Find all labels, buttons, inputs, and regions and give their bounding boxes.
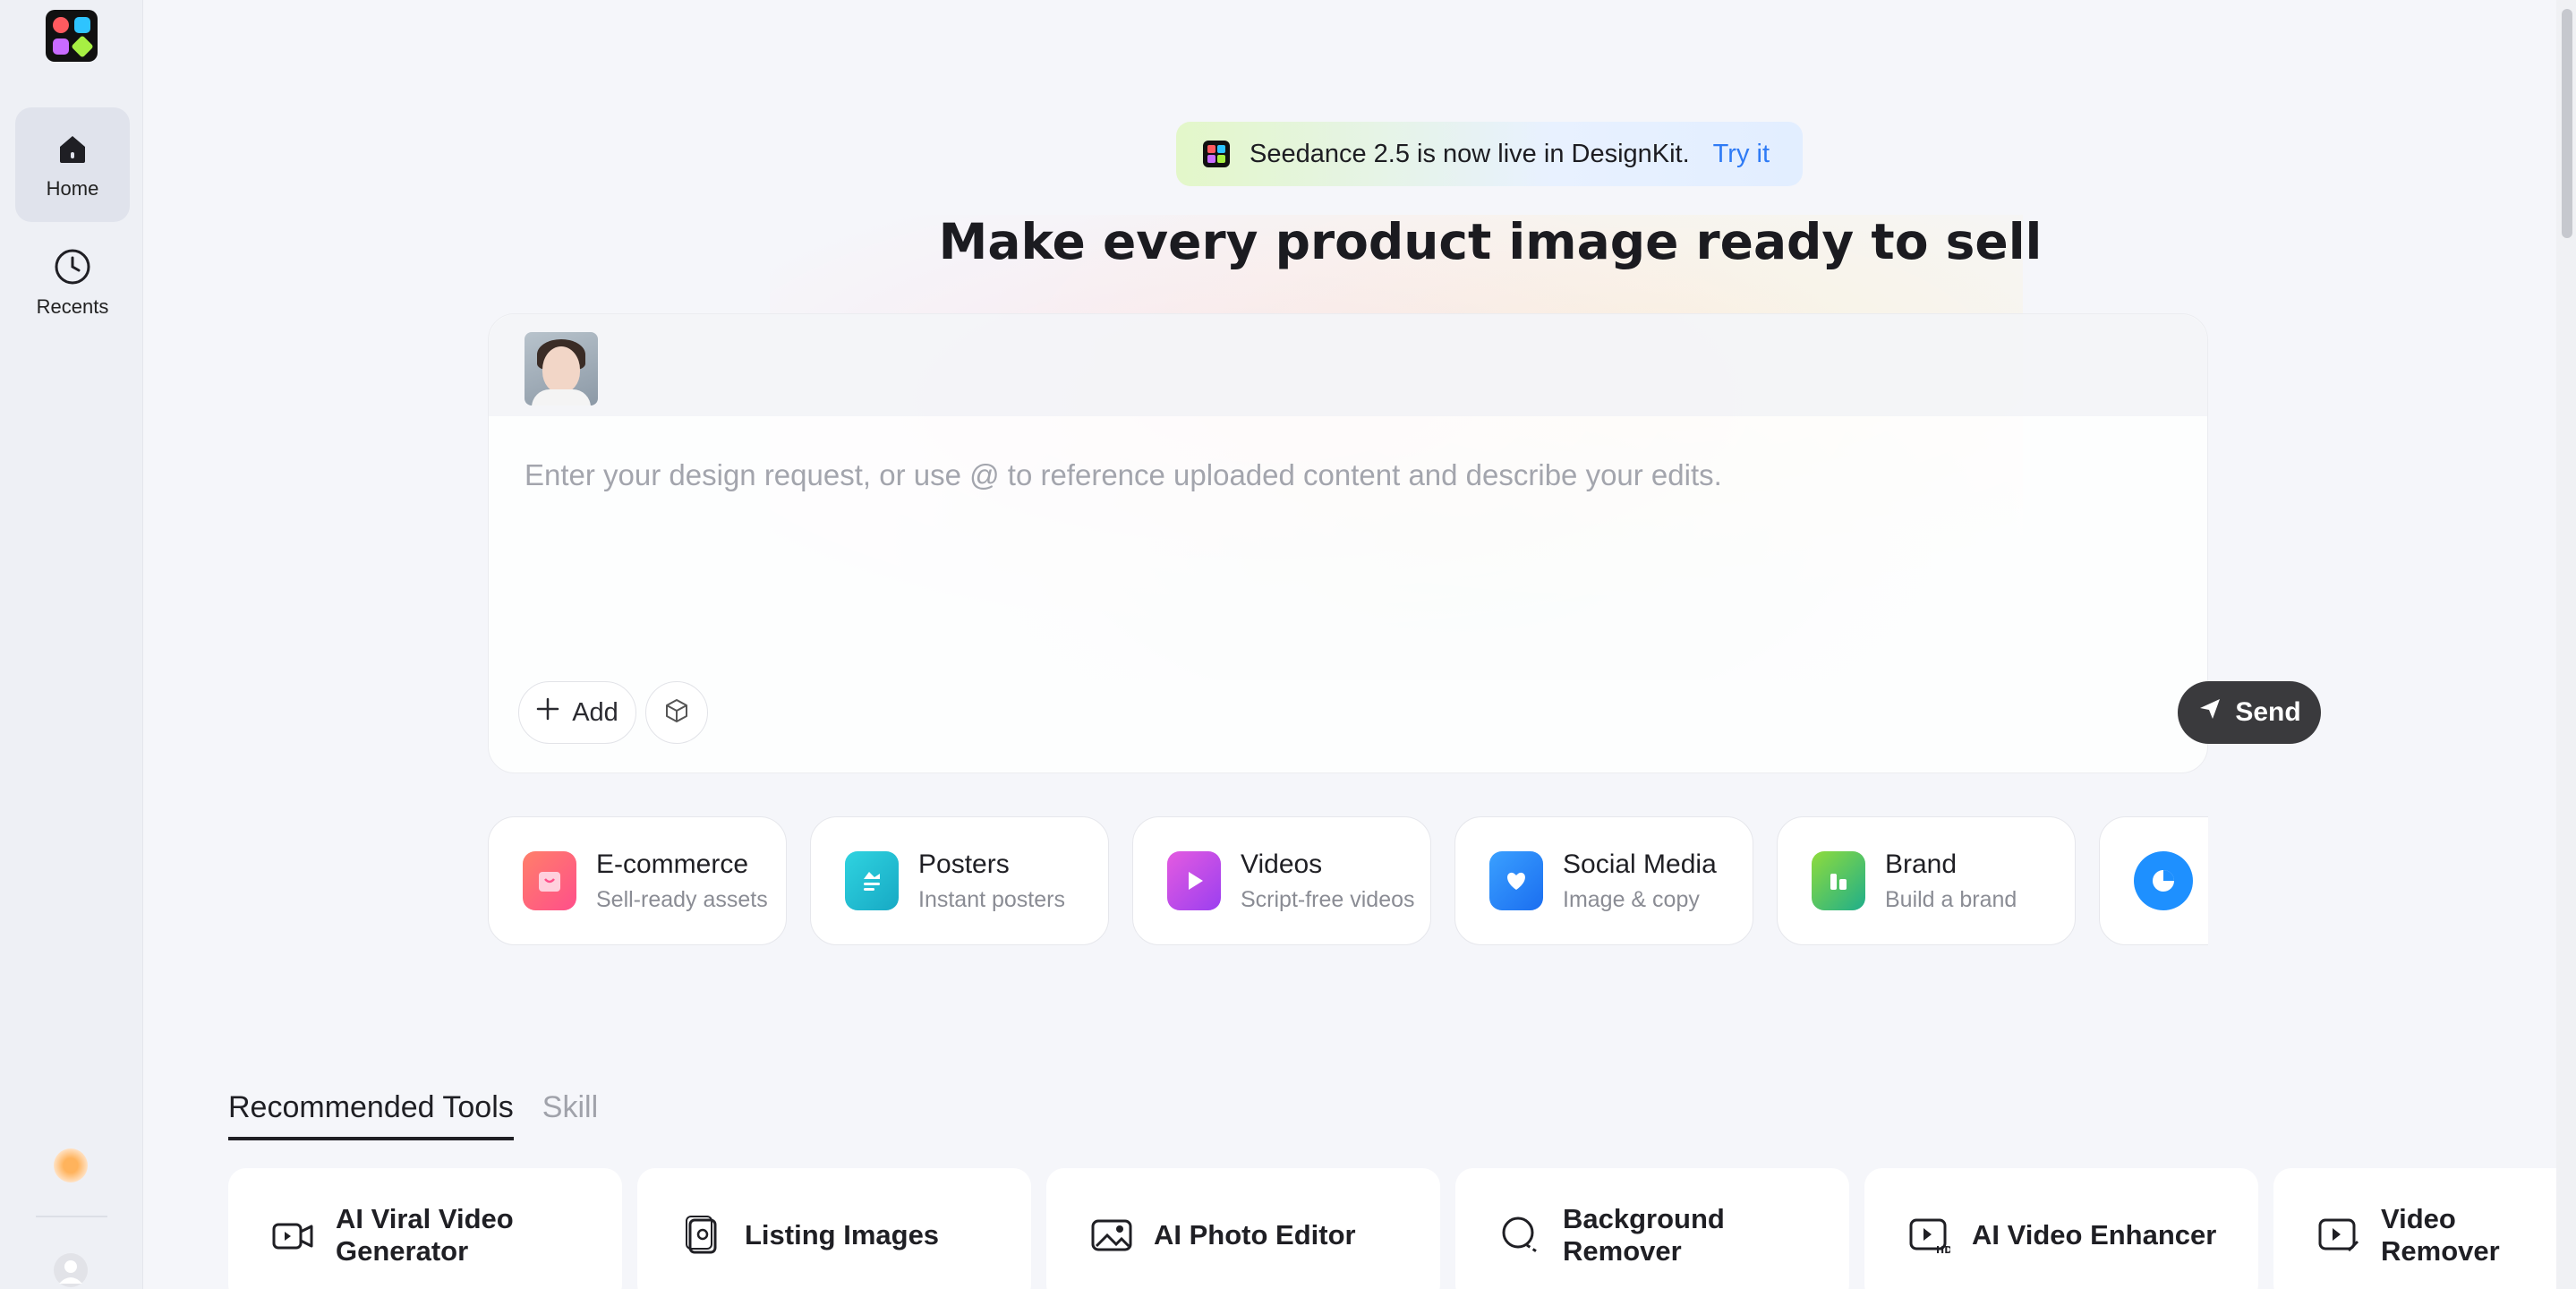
announcement-text: Seedance 2.5 is now live in DesignKit. xyxy=(1250,139,1690,168)
tool-ai-photo-editor[interactable]: AI Photo Editor xyxy=(1046,1168,1440,1289)
uploaded-image-thumbnail[interactable] xyxy=(525,332,598,405)
play-icon xyxy=(1167,851,1221,910)
tools-tabs: Recommended Tools Skill xyxy=(228,1090,598,1140)
video-edit-icon xyxy=(2316,1213,2361,1258)
category-posters[interactable]: Posters Instant posters xyxy=(810,816,1109,945)
attachments-bar xyxy=(489,314,2207,416)
category-subtitle: Build a brand xyxy=(1885,886,2017,912)
category-title: Posters xyxy=(918,849,1010,879)
plus-icon xyxy=(536,697,559,728)
heart-chat-icon xyxy=(1489,851,1543,910)
category-more[interactable] xyxy=(2099,816,2208,945)
category-title: Videos xyxy=(1241,849,1323,879)
tool-label: AI Photo Editor xyxy=(1154,1219,1356,1251)
send-button-label: Send xyxy=(2235,697,2301,727)
model-select-button[interactable] xyxy=(645,681,708,744)
tab-recommended-tools[interactable]: Recommended Tools xyxy=(228,1090,514,1140)
category-subtitle: Script-free videos xyxy=(1241,886,1415,912)
category-subtitle: Sell-ready assets xyxy=(596,886,768,912)
designkit-logo[interactable] xyxy=(46,10,98,62)
designkit-mini-logo xyxy=(1203,141,1230,167)
tool-ai-video-enhancer[interactable]: HD AI Video Enhancer xyxy=(1864,1168,2258,1289)
tools-row: AI Viral Video Generator Listing Images … xyxy=(228,1168,2576,1289)
sidebar-item-recents[interactable]: Recents xyxy=(15,226,130,340)
hd-video-icon: HD xyxy=(1907,1213,1952,1258)
poster-icon xyxy=(845,851,899,910)
tool-background-remover[interactable]: Background Remover xyxy=(1455,1168,1849,1289)
add-button-label: Add xyxy=(572,697,618,727)
clock-icon xyxy=(53,247,92,286)
category-title: E-commerce xyxy=(596,849,749,879)
scrollbar-thumb[interactable] xyxy=(2562,9,2572,238)
video-camera-icon xyxy=(271,1213,316,1258)
sidebar-item-home[interactable]: Home xyxy=(15,107,130,222)
page-title: Make every product image ready to sell xyxy=(938,213,2043,270)
svg-text:HD: HD xyxy=(1936,1244,1950,1254)
category-title: Brand xyxy=(1885,849,1958,879)
category-ecommerce[interactable]: E-commerce Sell-ready assets xyxy=(488,816,787,945)
prompt-composer: Add Send xyxy=(488,313,2321,773)
category-social-media[interactable]: Social Media Image & copy xyxy=(1454,816,1753,945)
main-area: Seedance 2.5 is now live in DesignKit. T… xyxy=(143,0,2576,1289)
shopping-bag-icon xyxy=(523,851,576,910)
category-brand[interactable]: Brand Build a brand xyxy=(1777,816,2076,945)
cube-icon xyxy=(663,697,690,729)
tab-skill[interactable]: Skill xyxy=(542,1090,598,1140)
tool-label: Video Remover xyxy=(2381,1203,2500,1267)
category-subtitle: Image & copy xyxy=(1563,886,1700,912)
category-subtitle: Instant posters xyxy=(918,886,1065,912)
background-remover-icon xyxy=(1498,1213,1543,1258)
category-title: Social Media xyxy=(1563,849,1717,879)
announcement-try-link[interactable]: Try it xyxy=(1713,140,1770,169)
send-button[interactable]: Send xyxy=(2178,681,2321,744)
add-button[interactable]: Add xyxy=(518,681,636,744)
tool-video-remover[interactable]: Video Remover xyxy=(2273,1168,2576,1289)
sidebar-divider xyxy=(36,1216,107,1217)
tool-label: AI Video Enhancer xyxy=(1972,1219,2217,1251)
home-icon xyxy=(53,129,92,168)
tool-label: Background Remover xyxy=(1563,1203,1725,1267)
tool-listing-images[interactable]: Listing Images xyxy=(637,1168,1031,1289)
photo-icon xyxy=(1089,1213,1134,1258)
scrollbar[interactable] xyxy=(2556,0,2576,1289)
tool-label: AI Viral Video Generator xyxy=(336,1203,514,1267)
prompt-input[interactable] xyxy=(525,448,2171,502)
credits-icon[interactable] xyxy=(54,1148,88,1182)
category-videos[interactable]: Videos Script-free videos xyxy=(1132,816,1431,945)
brand-icon xyxy=(1812,851,1865,910)
sidebar-item-label: Home xyxy=(46,177,99,200)
pie-chart-icon xyxy=(2134,851,2193,910)
tool-label: Listing Images xyxy=(745,1219,940,1251)
sidebar-item-label: Recents xyxy=(36,295,109,318)
listing-images-icon xyxy=(680,1213,725,1258)
announcement-banner: Seedance 2.5 is now live in DesignKit. T… xyxy=(1176,122,1803,186)
avatar[interactable] xyxy=(54,1253,88,1287)
send-icon xyxy=(2197,696,2222,729)
tool-ai-viral-video-generator[interactable]: AI Viral Video Generator xyxy=(228,1168,622,1289)
sidebar: Home Recents xyxy=(0,0,143,1289)
category-row: E-commerce Sell-ready assets Posters Ins… xyxy=(488,816,2208,947)
